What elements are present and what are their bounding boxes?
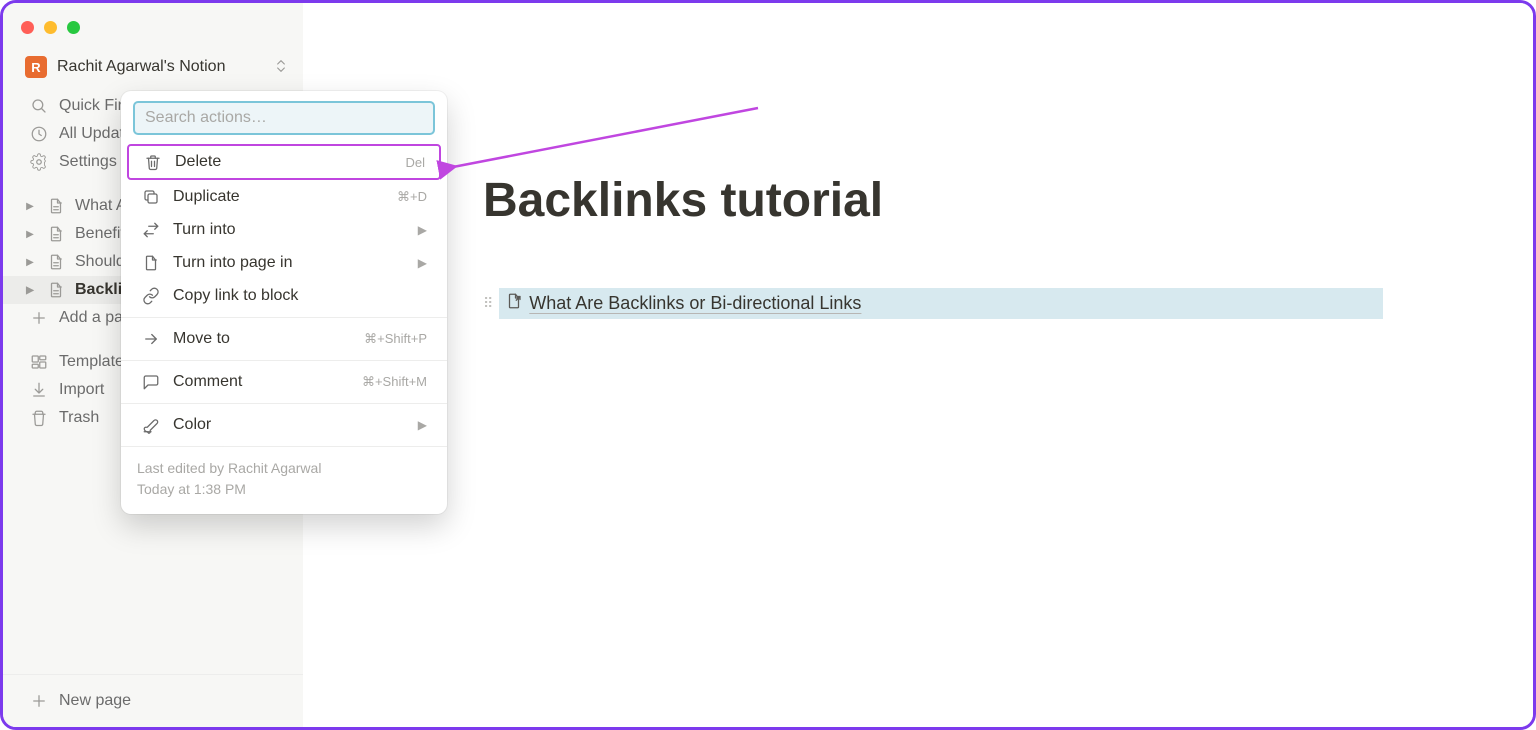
page-icon bbox=[47, 281, 65, 299]
drag-handle-icon[interactable]: ⠿ bbox=[483, 295, 491, 312]
context-menu-item-label: Turn into bbox=[173, 221, 406, 239]
gear-icon bbox=[29, 153, 49, 171]
page-icon bbox=[47, 253, 65, 271]
clock-icon bbox=[29, 125, 49, 143]
context-menu-item-label: Copy link to block bbox=[173, 287, 415, 305]
context-menu-item-duplicate[interactable]: Duplicate ⌘+D bbox=[127, 181, 441, 213]
sidebar-new-page[interactable]: New page bbox=[3, 687, 303, 715]
duplicate-icon bbox=[141, 188, 161, 206]
plus-icon bbox=[29, 309, 49, 327]
chevron-right-icon: ▶ bbox=[418, 418, 427, 432]
last-edited-by: Last edited by Rachit Agarwal bbox=[137, 458, 431, 479]
workspace-switcher[interactable]: R Rachit Agarwal's Notion bbox=[3, 50, 303, 84]
plus-icon bbox=[29, 692, 49, 710]
context-menu-item-comment[interactable]: Comment ⌘+Shift+M bbox=[127, 366, 441, 398]
chevron-updown-icon bbox=[273, 58, 289, 77]
context-menu-item-label: Comment bbox=[173, 373, 350, 391]
context-menu-item-turn-into[interactable]: Turn into ▶ bbox=[127, 214, 441, 246]
menu-divider bbox=[121, 446, 447, 447]
context-menu-item-delete[interactable]: Delete Del bbox=[127, 144, 441, 180]
page-block-row: ⠿ What Are Backlinks or Bi-directional L… bbox=[483, 288, 1383, 319]
workspace-badge: R bbox=[25, 56, 47, 78]
linked-page-block[interactable]: What Are Backlinks or Bi-directional Lin… bbox=[499, 288, 1383, 319]
page-title[interactable]: Backlinks tutorial bbox=[483, 173, 1433, 228]
minimize-window-button[interactable] bbox=[44, 21, 57, 34]
download-icon bbox=[29, 381, 49, 399]
menu-divider bbox=[121, 360, 447, 361]
context-menu-item-label: Duplicate bbox=[173, 188, 385, 206]
page-link-icon bbox=[505, 292, 523, 315]
menu-divider bbox=[121, 403, 447, 404]
page-icon bbox=[141, 254, 161, 272]
page-content: Backlinks tutorial ⠿ What Are Backlinks … bbox=[303, 3, 1533, 727]
context-menu-search-input[interactable] bbox=[133, 101, 435, 135]
context-menu-item-label: Delete bbox=[175, 153, 393, 171]
color-icon bbox=[141, 416, 161, 434]
close-window-button[interactable] bbox=[21, 21, 34, 34]
context-menu-item-label: Turn into page in bbox=[173, 254, 406, 272]
last-edited-time: Today at 1:38 PM bbox=[137, 479, 431, 500]
chevron-right-icon: ▶ bbox=[418, 256, 427, 270]
caret-right-icon[interactable]: ▶ bbox=[23, 257, 37, 268]
caret-right-icon[interactable]: ▶ bbox=[23, 285, 37, 296]
search-icon bbox=[29, 97, 49, 115]
comment-icon bbox=[141, 373, 161, 391]
page-icon bbox=[47, 197, 65, 215]
keyboard-shortcut: ⌘+Shift+P bbox=[364, 331, 427, 347]
sidebar-item-label: Import bbox=[59, 381, 104, 399]
context-menu-footer: Last edited by Rachit Agarwal Today at 1… bbox=[121, 452, 447, 508]
link-icon bbox=[141, 287, 161, 305]
trash-icon bbox=[143, 153, 163, 171]
arrow-icon bbox=[141, 330, 161, 348]
linked-page-title: What Are Backlinks or Bi-directional Lin… bbox=[529, 293, 861, 314]
maximize-window-button[interactable] bbox=[67, 21, 80, 34]
templates-icon bbox=[29, 353, 49, 371]
app-window: R Rachit Agarwal's Notion Quick Find All… bbox=[0, 0, 1536, 730]
keyboard-shortcut: ⌘+D bbox=[397, 189, 427, 205]
trash-icon bbox=[29, 409, 49, 427]
context-menu-item-color[interactable]: Color ▶ bbox=[127, 409, 441, 441]
context-menu-item-copy-link-to-block[interactable]: Copy link to block bbox=[127, 280, 441, 312]
context-menu-item-move-to[interactable]: Move to ⌘+Shift+P bbox=[127, 323, 441, 355]
context-menu-item-label: Color bbox=[173, 416, 406, 434]
sidebar-item-label: Settings bbox=[59, 153, 117, 171]
context-menu-item-turn-into-page-in[interactable]: Turn into page in ▶ bbox=[127, 247, 441, 279]
menu-divider bbox=[121, 317, 447, 318]
context-menu-item-label: Move to bbox=[173, 330, 352, 348]
page-icon bbox=[47, 225, 65, 243]
keyboard-shortcut: Del bbox=[405, 155, 425, 170]
caret-right-icon[interactable]: ▶ bbox=[23, 201, 37, 212]
sidebar-item-label: Trash bbox=[59, 409, 99, 427]
caret-right-icon[interactable]: ▶ bbox=[23, 229, 37, 240]
block-context-menu: DeleteDelDuplicate⌘+DTurn into▶Turn into… bbox=[121, 91, 447, 514]
window-controls bbox=[3, 17, 303, 50]
sidebar-item-label: New page bbox=[59, 692, 131, 710]
chevron-right-icon: ▶ bbox=[418, 223, 427, 237]
transform-icon bbox=[141, 221, 161, 239]
keyboard-shortcut: ⌘+Shift+M bbox=[362, 374, 427, 390]
workspace-name: Rachit Agarwal's Notion bbox=[57, 58, 263, 76]
